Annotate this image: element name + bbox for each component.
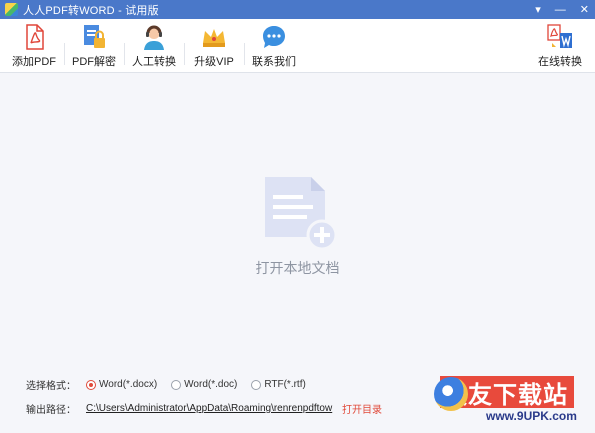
crown-icon [203, 29, 225, 47]
doc-lock-icon [84, 25, 105, 48]
close-button[interactable]: ✕ [580, 3, 589, 16]
manual-convert-button[interactable]: 人工转换 [126, 23, 182, 71]
title-bar: 人人PDF转WORD - 试用版 ▾ — ✕ [0, 0, 595, 19]
app-logo-icon [5, 3, 18, 16]
format-option-label: Word(*.docx) [99, 379, 158, 390]
drop-area[interactable]: 打开本地文档 [0, 74, 595, 364]
toolbar-divider [244, 43, 245, 65]
add-pdf-label: 添加PDF [12, 56, 56, 68]
upgrade-vip-button[interactable]: 升级VIP [186, 23, 242, 71]
minimize-button[interactable]: — [555, 4, 566, 16]
manual-convert-label: 人工转换 [132, 56, 176, 68]
format-label: 选择格式： [26, 381, 76, 392]
radio-button[interactable] [251, 379, 262, 390]
open-directory-link[interactable]: 打开目录 [342, 401, 382, 416]
radio-button[interactable] [86, 379, 96, 390]
format-radio-doc[interactable]: Word(*.doc) [171, 379, 237, 390]
contact-us-button[interactable]: 联系我们 [246, 23, 302, 71]
radio-button[interactable] [171, 379, 182, 390]
pdf-file-icon [26, 24, 44, 50]
document-add-icon[interactable] [263, 175, 339, 255]
format-option-label: Word(*.doc) [184, 379, 238, 390]
pdf-decrypt-label: PDF解密 [72, 56, 116, 68]
upgrade-vip-label: 升级VIP [194, 56, 234, 68]
toolbar-divider [124, 43, 125, 65]
online-convert-label: 在线转换 [538, 56, 582, 68]
output-path-row: 输出路径： C:\Users\Administrator\AppData\Roa… [26, 401, 382, 416]
chat-bubble-icon [263, 26, 285, 48]
window-title: 人人PDF转WORD - 试用版 [23, 4, 159, 17]
site-watermark: 久友下载站 www.9UPK.com [434, 376, 590, 426]
format-radio-rtf[interactable]: RTF(*.rtf) [251, 379, 306, 390]
output-path-label: 输出路径： [26, 405, 76, 416]
window-controls: ▾ — ✕ [535, 0, 589, 19]
toolbar-divider [184, 43, 185, 65]
toolbar-divider [64, 43, 65, 65]
contact-us-label: 联系我们 [252, 56, 296, 68]
toolbar: 添加PDF PDF解密 人工转换 升级VIP 联系我们 在线转换 [0, 19, 595, 73]
watermark-logo-icon [434, 377, 468, 411]
online-convert-button[interactable]: 在线转换 [532, 23, 588, 71]
pdf-to-word-icon [547, 24, 572, 48]
format-option-label: RTF(*.rtf) [264, 379, 306, 390]
pdf-decrypt-button[interactable]: PDF解密 [66, 23, 122, 71]
open-local-document[interactable]: 打开本地文档 [230, 258, 365, 278]
format-row: 选择格式： Word(*.docx) Word(*.doc) RTF(*.rtf… [26, 377, 320, 392]
support-agent-icon [144, 25, 164, 50]
output-path-link[interactable]: C:\Users\Administrator\AppData\Roaming\r… [86, 403, 338, 414]
watermark-url: www.9UPK.com [486, 409, 577, 423]
format-radio-docx[interactable]: Word(*.docx) [86, 379, 157, 390]
menu-dropdown-button[interactable]: ▾ [535, 3, 541, 16]
add-pdf-button[interactable]: 添加PDF [6, 23, 62, 71]
